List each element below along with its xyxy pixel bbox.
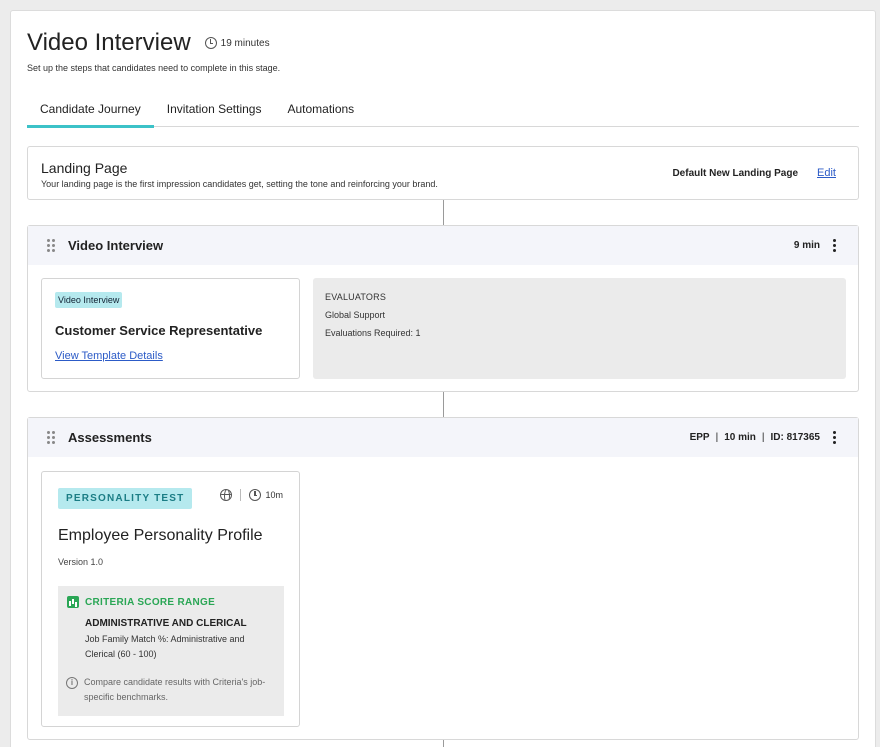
step-connector (443, 740, 444, 747)
assessment-card-time: 10m (265, 490, 283, 500)
separator: | (761, 432, 765, 443)
stage-duration: 19 minutes (204, 37, 270, 49)
assessments-header: Assessments EPP | 10 min | ID: 817365 (28, 418, 858, 457)
video-interview-header: Video Interview 9 min (28, 226, 858, 265)
clock-icon (249, 489, 262, 501)
info-icon: i (66, 677, 78, 689)
drag-handle-icon[interactable] (47, 239, 55, 252)
assessment-duration: 10 min (724, 432, 756, 443)
landing-page-title: Landing Page (41, 160, 128, 176)
step-connector (443, 392, 444, 417)
evaluators-group: Global Support (325, 310, 386, 320)
tab-candidate-journey[interactable]: Candidate Journey (27, 97, 154, 128)
title-row: Video Interview 19 minutes (27, 29, 270, 57)
landing-page-settings: Default New Landing Page Edit (672, 167, 836, 179)
clock-icon (204, 37, 217, 49)
globe-icon (220, 489, 233, 501)
assessments-section: Assessments EPP | 10 min | ID: 817365 PE… (27, 417, 859, 740)
criteria-description: Job Family Match %: Administrative and C… (85, 634, 245, 659)
assessment-code: EPP (689, 432, 710, 443)
assessments-section-title: Assessments (68, 430, 152, 445)
edit-landing-page-link[interactable]: Edit (817, 167, 836, 179)
evaluators-box: EVALUATORS Global Support Evaluations Re… (313, 278, 846, 379)
assessment-card: PERSONALITY TEST 10m Employee Personalit… (41, 471, 300, 727)
stage-duration-text: 19 minutes (220, 37, 270, 49)
page-title: Video Interview (27, 29, 191, 56)
tab-automations[interactable]: Automations (274, 97, 367, 127)
landing-page-card: Landing Page Your landing page is the fi… (27, 146, 859, 200)
video-interview-section-title: Video Interview (68, 238, 164, 253)
video-interview-tag: Video Interview (55, 292, 123, 308)
separator: | (715, 432, 719, 443)
video-interview-duration: 9 min (793, 240, 820, 251)
template-name: Customer Service Representative (55, 323, 263, 338)
divider (240, 489, 242, 501)
more-options-icon[interactable] (833, 239, 836, 252)
landing-page-value: Default New Landing Page (672, 167, 799, 179)
criteria-score-range-box: CRITERIA SCORE RANGE ADMINISTRATIVE AND … (58, 586, 284, 716)
criteria-heading: CRITERIA SCORE RANGE (67, 596, 215, 608)
tab-bar: Candidate Journey Invitation Settings Au… (27, 97, 859, 128)
page-subtitle: Set up the steps that candidates need to… (27, 63, 281, 73)
step-connector (443, 200, 444, 225)
criteria-title: ADMINISTRATIVE AND CLERICAL (85, 618, 247, 629)
bar-chart-icon (67, 596, 79, 608)
stage-panel: Video Interview 19 minutes Set up the st… (10, 10, 876, 747)
assessment-card-meta: 10m (220, 489, 283, 501)
view-template-details-link[interactable]: View Template Details (55, 350, 163, 362)
video-interview-section: Video Interview 9 min Video Interview Cu… (27, 225, 859, 392)
criteria-heading-text: CRITERIA SCORE RANGE (85, 596, 216, 608)
evaluations-required: Evaluations Required: 1 (325, 328, 421, 338)
criteria-info-text: Compare candidate results with Criteria'… (84, 677, 266, 702)
more-options-icon[interactable] (833, 431, 836, 444)
personality-test-tag: PERSONALITY TEST (58, 488, 193, 509)
drag-handle-icon[interactable] (47, 431, 55, 444)
criteria-info: i Compare candidate results with Criteri… (66, 677, 279, 705)
evaluators-heading: EVALUATORS (325, 292, 387, 302)
assessment-name: Employee Personality Profile (58, 527, 263, 544)
assessment-version: Version 1.0 (58, 557, 104, 567)
video-interview-header-meta: 9 min (794, 226, 836, 265)
assessment-id: ID: 817365 (770, 432, 820, 443)
assessments-header-meta: EPP | 10 min | ID: 817365 (690, 418, 836, 457)
landing-page-description: Your landing page is the first impressio… (41, 179, 438, 189)
tab-invitation-settings[interactable]: Invitation Settings (154, 97, 275, 127)
video-template-card: Video Interview Customer Service Represe… (41, 278, 300, 379)
